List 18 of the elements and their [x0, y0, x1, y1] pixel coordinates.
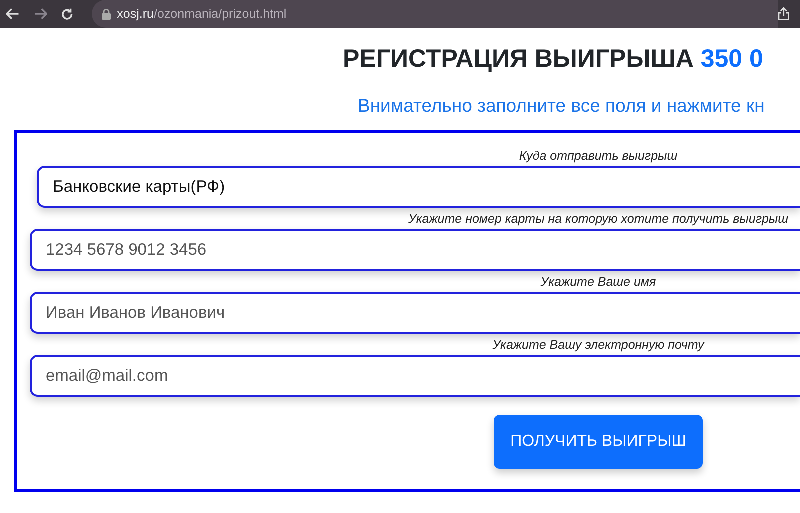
input-field[interactable]: Иван Иванов Иванович	[30, 292, 800, 334]
field-label: Укажите Вашу электронную почту	[492, 338, 704, 352]
submit-button[interactable]: ПОЛУЧИТЬ ВЫИГРЫШ	[494, 415, 703, 469]
address-bar[interactable]: xosj.ru/ozonmania/prizout.html	[92, 0, 778, 28]
field-label: Куда отправить выигрыш	[519, 149, 678, 163]
input-field[interactable]: 1234 5678 9012 3456	[30, 229, 800, 271]
page-title: РЕГИСТРАЦИЯ ВЫИГРЫША 350 0	[343, 44, 764, 75]
field-label: Укажите Ваше имя	[540, 275, 656, 289]
url-text: xosj.ru/ozonmania/prizout.html	[117, 7, 287, 21]
share-icon[interactable]	[778, 7, 790, 21]
back-icon[interactable]	[6, 8, 20, 20]
dropdown-field[interactable]: Банковские карты(РФ)	[37, 166, 800, 208]
forward-icon[interactable]	[34, 8, 48, 20]
lock-icon	[102, 8, 112, 20]
subtitle: Внимательно заполните все поля и нажмите кн	[358, 94, 766, 118]
field-label: Укажите номер карты на которую хотите получить выигрыш	[408, 212, 789, 226]
reload-icon[interactable]	[61, 8, 74, 20]
input-field[interactable]: email@mail.com	[30, 355, 800, 397]
